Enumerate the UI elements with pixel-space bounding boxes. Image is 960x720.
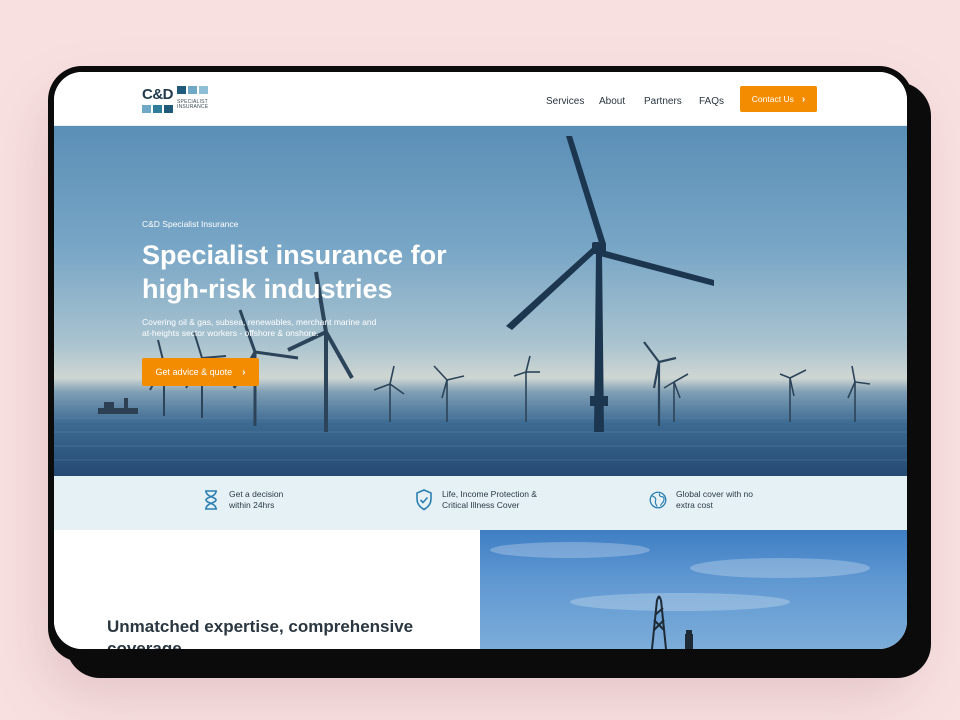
section-heading: Unmatched expertise, comprehensive cover… xyxy=(107,616,447,649)
section-heading-line: Unmatched expertise, comprehensive xyxy=(107,617,414,636)
feature-line: within 24hrs xyxy=(229,500,275,510)
features-strip: Get a decision within 24hrs Life, Income… xyxy=(54,476,907,530)
site-header: C&D SPECIALIST INSURANCE Services About … xyxy=(54,72,907,126)
logo-square xyxy=(199,86,208,94)
hero-section: C&D Specialist Insurance Specialist insu… xyxy=(54,126,907,476)
sea-texture xyxy=(54,403,907,461)
logo-square xyxy=(188,86,197,94)
logo-subtext-line: INSURANCE xyxy=(177,104,209,110)
feature-line: extra cost xyxy=(676,500,713,510)
expertise-section: Unmatched expertise, comprehensive cover… xyxy=(54,530,480,649)
feature-text: Global cover with no extra cost xyxy=(676,489,753,511)
ship-silhouette xyxy=(98,398,138,414)
nav-link-services[interactable]: Services xyxy=(546,96,584,107)
globe-icon xyxy=(649,489,667,511)
hourglass-icon xyxy=(202,489,220,511)
device-frame: C&D SPECIALIST INSURANCE Services About … xyxy=(48,66,913,662)
get-advice-quote-label: Get advice & quote xyxy=(155,367,233,377)
hero-description-line: at-heights sector workers - offshore & o… xyxy=(142,328,319,338)
logo-square xyxy=(177,86,186,94)
rig-mast xyxy=(685,630,693,649)
feature-text: Life, Income Protection & Critical Illne… xyxy=(442,489,537,511)
contact-us-label: Contact Us xyxy=(751,94,794,104)
feature-line: Global cover with no xyxy=(676,489,754,499)
logo-subtext: SPECIALIST INSURANCE xyxy=(177,100,208,110)
logo-square xyxy=(142,105,151,113)
hero-eyebrow: C&D Specialist Insurance xyxy=(142,219,239,229)
browser-viewport: C&D SPECIALIST INSURANCE Services About … xyxy=(54,72,907,649)
feature-decision: Get a decision within 24hrs xyxy=(202,489,283,511)
offshore-rig-image xyxy=(480,530,907,649)
logo-wordmark: C&D xyxy=(142,86,174,103)
feature-text: Get a decision within 24hrs xyxy=(229,489,283,511)
nav-link-about[interactable]: About xyxy=(599,96,625,107)
feature-line: Get a decision xyxy=(229,489,284,499)
site-logo[interactable]: C&D SPECIALIST INSURANCE xyxy=(142,86,212,114)
nav-link-faqs[interactable]: FAQs xyxy=(699,96,724,107)
feature-cover: Life, Income Protection & Critical Illne… xyxy=(415,489,537,511)
hero-heading-line: Specialist insurance for xyxy=(142,240,447,270)
chevron-right-icon: › xyxy=(801,93,806,105)
main-turbine xyxy=(506,136,714,432)
contact-us-button[interactable]: Contact Us › xyxy=(740,86,817,112)
get-advice-quote-button[interactable]: Get advice & quote › xyxy=(142,358,259,386)
rig-illustration xyxy=(490,542,870,649)
shield-check-icon xyxy=(415,489,433,511)
feature-line: Critical Illness Cover xyxy=(442,500,520,510)
logo-square xyxy=(164,105,173,113)
chevron-right-icon: › xyxy=(242,366,246,378)
hero-heading-line: high-risk industries xyxy=(142,274,393,304)
hero-description: Covering oil & gas, subsea, renewables, … xyxy=(142,317,417,339)
hero-heading: Specialist insurance for high-risk indus… xyxy=(142,238,482,306)
logo-square xyxy=(153,105,162,113)
feature-line: Life, Income Protection & xyxy=(442,489,537,499)
nav-link-partners[interactable]: Partners xyxy=(644,96,682,107)
hero-description-line: Covering oil & gas, subsea, renewables, … xyxy=(142,317,377,327)
cloud-shape xyxy=(490,542,870,611)
feature-global: Global cover with no extra cost xyxy=(649,489,753,511)
section-heading-line: coverage xyxy=(107,639,182,649)
